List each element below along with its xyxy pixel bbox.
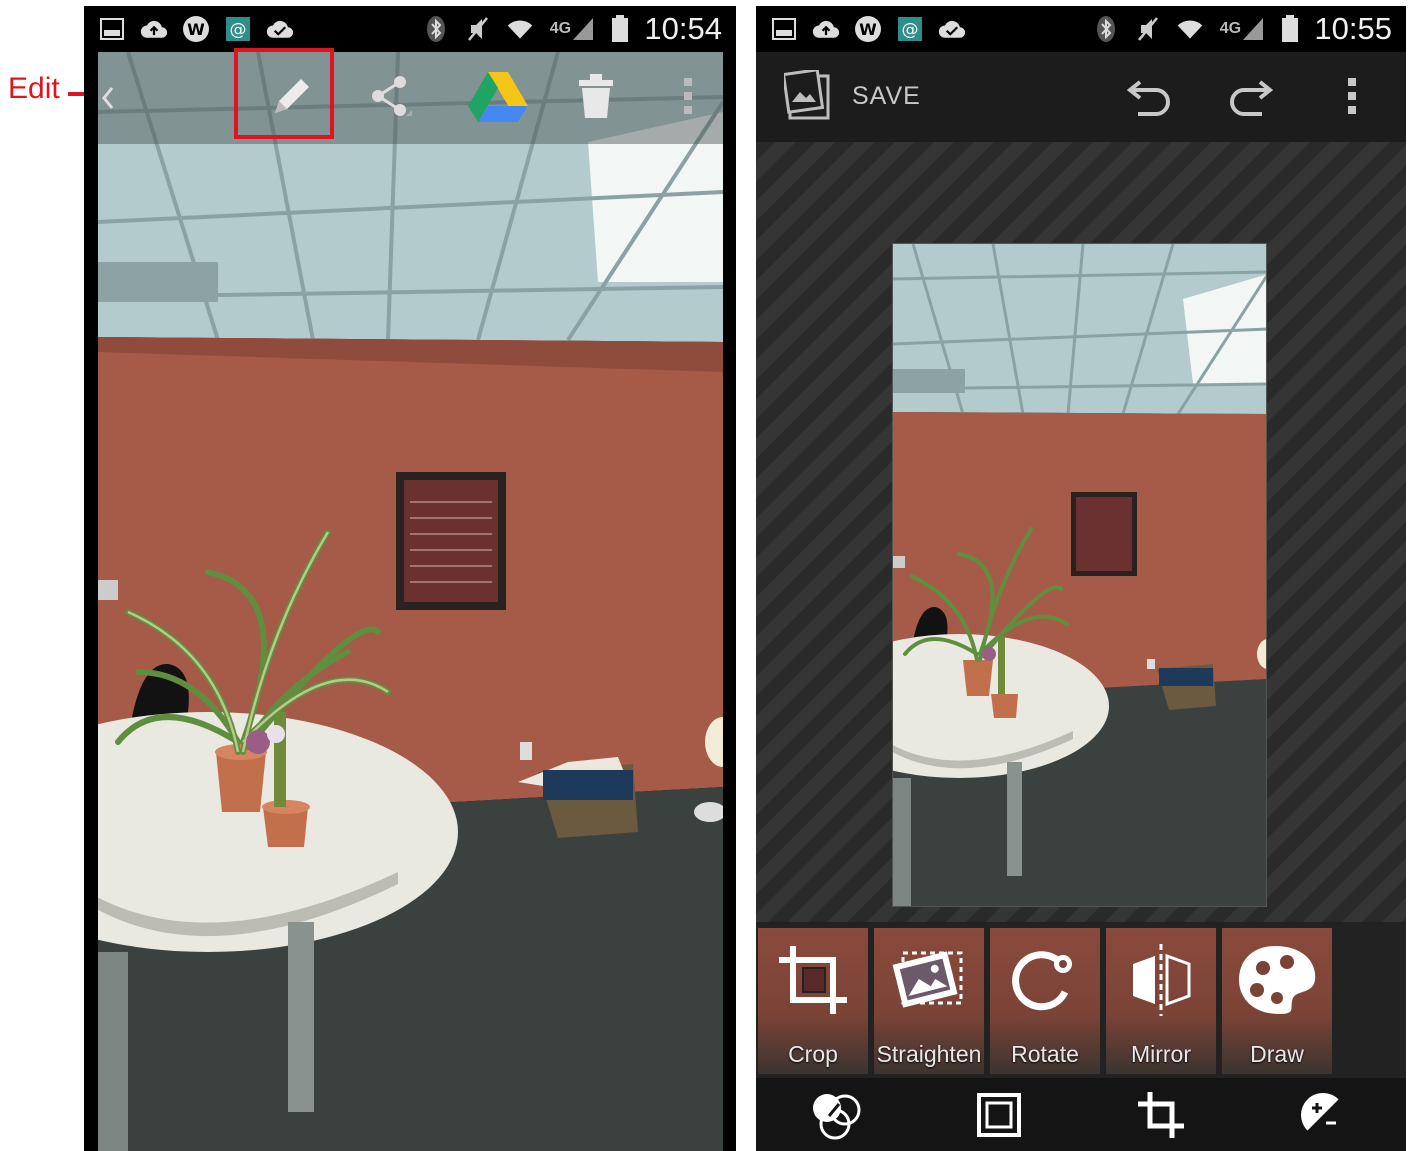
svg-text:@: @	[230, 20, 247, 40]
check-icon	[266, 15, 294, 43]
photo-save-icon	[781, 68, 834, 126]
cloud-upload-icon	[812, 15, 840, 43]
gallery-icon	[98, 15, 126, 43]
overflow-menu-icon	[1346, 78, 1358, 120]
wifi-icon	[1176, 15, 1204, 43]
nav-filters[interactable]	[756, 1078, 918, 1151]
share-icon	[366, 72, 414, 125]
signal-icon: 4G	[1218, 15, 1266, 43]
straighten-icon	[874, 932, 984, 1028]
share-button[interactable]	[342, 52, 438, 144]
cloud-upload-icon	[140, 15, 168, 43]
redo-button[interactable]	[1226, 74, 1274, 123]
redo-icon	[1226, 80, 1274, 122]
tool-straighten[interactable]: Straighten	[874, 928, 984, 1074]
photo-view[interactable]	[98, 52, 723, 1151]
editor-action-bar: SAVE	[756, 52, 1406, 142]
office-photo	[893, 244, 1266, 906]
signal-icon: 4G	[548, 15, 596, 43]
google-drive-button[interactable]	[448, 52, 548, 144]
check-icon	[938, 15, 966, 43]
bluetooth-icon	[1092, 15, 1120, 43]
gallery-icon	[770, 15, 798, 43]
tool-label: Straighten	[876, 1041, 982, 1067]
svg-text:W: W	[859, 20, 877, 39]
draw-palette-icon	[1222, 932, 1332, 1028]
editor-screen: W @ 4G 10:55 SAVE Crop Straighten Rotate…	[756, 6, 1406, 1151]
exposure-icon	[1299, 1091, 1347, 1144]
battery-icon	[610, 15, 630, 43]
wifi-icon	[506, 15, 534, 43]
w-app-icon: W	[182, 15, 210, 43]
delete-button[interactable]	[548, 52, 644, 144]
editor-bottom-nav	[756, 1078, 1406, 1151]
battery-icon	[1280, 15, 1300, 43]
editing-photo[interactable]	[892, 243, 1267, 907]
tool-mirror[interactable]: Mirror	[1106, 928, 1216, 1074]
tool-crop[interactable]: Crop	[758, 928, 868, 1074]
overflow-menu-icon	[682, 76, 694, 121]
frames-icon	[976, 1092, 1022, 1143]
bluetooth-icon	[422, 15, 450, 43]
status-bar: W @ 4G	[756, 6, 1406, 52]
geometry-tools-strip: Crop Straighten Rotate Mirror Draw	[756, 922, 1406, 1078]
svg-text:W: W	[187, 20, 205, 39]
w-app-icon: W	[854, 15, 882, 43]
back-arrow-icon[interactable]	[98, 52, 118, 144]
overflow-menu-button[interactable]	[658, 52, 718, 144]
rotate-icon	[990, 932, 1100, 1028]
mute-icon	[464, 15, 492, 43]
tool-label: Crop	[788, 1041, 838, 1067]
undo-button[interactable]	[1126, 74, 1174, 123]
office-photo	[98, 52, 723, 1151]
google-drive-icon	[468, 70, 528, 127]
geometry-icon	[1136, 1090, 1186, 1145]
tool-rotate[interactable]: Rotate	[990, 928, 1100, 1074]
undo-icon	[1126, 80, 1174, 122]
filters-icon	[809, 1090, 865, 1145]
overflow-menu-button[interactable]	[1346, 76, 1358, 121]
status-clock: 10:55	[1314, 11, 1392, 46]
save-label[interactable]: SAVE	[852, 82, 921, 111]
status-clock: 10:54	[644, 11, 722, 46]
nav-exposure[interactable]	[1242, 1078, 1404, 1151]
crop-icon	[758, 932, 868, 1028]
gallery-screen: W @ 4G 10:54	[84, 6, 736, 1151]
tool-label: Rotate	[1011, 1041, 1079, 1067]
comparison-page: Edit W @ 4G 10:54 W @ 4G 10:55 SAVE Crop…	[0, 0, 1409, 1151]
network-type-label: 4G	[549, 20, 572, 37]
email-icon: @	[224, 15, 252, 43]
tool-label: Mirror	[1130, 1041, 1192, 1067]
svg-text:@: @	[902, 20, 919, 40]
network-type-label: 4G	[1219, 20, 1242, 37]
tool-draw[interactable]: Draw	[1222, 928, 1332, 1074]
gallery-toolbar	[98, 52, 723, 144]
mirror-icon	[1106, 932, 1216, 1028]
mute-icon	[1134, 15, 1162, 43]
nav-geometry[interactable]	[1080, 1078, 1242, 1151]
trash-icon	[576, 72, 616, 125]
nav-frames[interactable]	[918, 1078, 1080, 1151]
editor-canvas	[756, 142, 1406, 922]
save-button[interactable]	[781, 68, 834, 127]
status-bar: W @ 4G	[84, 6, 736, 52]
annotation-label: Edit	[8, 72, 60, 105]
tool-label: Draw	[1250, 1041, 1304, 1067]
annotation-highlight-box	[234, 48, 334, 139]
email-icon: @	[896, 15, 924, 43]
